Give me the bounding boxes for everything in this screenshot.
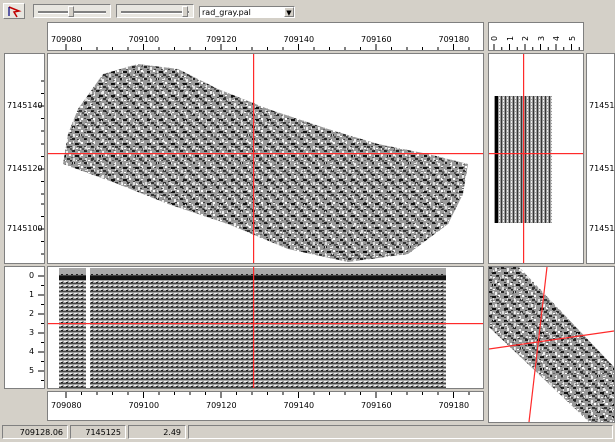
profile-header-band <box>59 268 446 274</box>
cursor-arrow-icon <box>8 6 22 18</box>
axis-tick-label: 7145120 <box>7 164 43 173</box>
cursor-tool-button[interactable] <box>3 3 25 19</box>
top-axis-ticks <box>65 44 470 50</box>
axis-tick-label: 709140 <box>283 401 315 410</box>
axis-tick-label: 2 <box>29 309 35 318</box>
bottom-axis-ticks <box>65 392 470 398</box>
crosshair-horizontal <box>48 153 483 155</box>
profile-image <box>59 274 446 388</box>
crosshair-vertical <box>253 267 255 388</box>
axis-tick-label: 2 <box>521 35 530 41</box>
axis-tick-label: 0 <box>29 271 35 280</box>
axis-tick-label: 7145100 <box>7 224 43 233</box>
top-x-axis: 709080 709100 709120 709140 709160 709180 <box>47 22 484 51</box>
survey-swath-texture <box>63 64 468 262</box>
axis-tick-label: 7145120 <box>589 164 615 173</box>
axis-tick-label: 709180 <box>438 35 470 44</box>
brightness-slider[interactable] <box>116 4 194 18</box>
axis-tick-label: 709120 <box>206 35 237 44</box>
axis-tick-label: 3 <box>29 328 35 337</box>
axis-tick-label: 709120 <box>206 401 237 410</box>
inline-section-image <box>492 96 552 223</box>
zoom-view[interactable] <box>488 266 615 423</box>
surface-reflection <box>495 96 498 223</box>
axis-tick-label: 4 <box>552 35 561 41</box>
toolbar: rad_gray.pal ▼ <box>0 0 615 20</box>
axis-tick-label: 709100 <box>128 401 160 410</box>
zoom-swath-texture <box>489 267 614 422</box>
axis-tick-label: 709100 <box>128 35 160 44</box>
status-bar: 709128.06 7145125 2.49 <box>0 423 615 442</box>
axis-tick-label: 7145100 <box>589 224 615 233</box>
axis-tick-label: 3 <box>536 35 546 41</box>
axis-tick-label: 4 <box>29 347 35 356</box>
data-gap <box>86 268 90 388</box>
zoom-canvas[interactable] <box>489 267 614 422</box>
map-view[interactable] <box>47 53 484 264</box>
axis-tick-label: 5 <box>567 35 577 41</box>
axis-tick-label: 709080 <box>51 35 82 44</box>
slider-track <box>121 11 189 14</box>
crosshair-horizontal <box>489 153 583 155</box>
axis-tick-label: 1 <box>505 35 515 41</box>
bottom-x-axis: 709080 709100 709120 709140 709160 709180 <box>47 391 484 421</box>
axis-tick-label: 709080 <box>51 401 82 410</box>
axis-tick-label: 709140 <box>283 35 315 44</box>
status-depth: 2.49 <box>128 425 186 439</box>
status-message <box>188 425 613 439</box>
right-y-axis: 7145140 7145120 7145100 <box>586 53 615 264</box>
axis-tick-label: 709160 <box>361 35 392 44</box>
contrast-slider[interactable] <box>33 4 111 18</box>
surface-reflection <box>59 276 446 280</box>
status-x-coordinate: 709128.06 <box>2 425 68 439</box>
axis-tick-label: 709180 <box>438 401 470 410</box>
crosshair-vertical <box>523 54 525 263</box>
slider-thumb[interactable] <box>182 6 188 17</box>
axis-tick-label: 1 <box>29 290 35 299</box>
inline-section-canvas[interactable] <box>489 54 583 263</box>
status-y-coordinate: 7145125 <box>70 425 126 439</box>
palette-dropdown[interactable]: rad_gray.pal ▼ <box>199 6 295 18</box>
left-depth-axis-ticks <box>38 275 44 381</box>
left-depth-axis: 0 1 2 3 4 5 <box>4 266 45 389</box>
map-canvas[interactable] <box>48 54 483 263</box>
slider-thumb[interactable] <box>68 6 74 17</box>
axis-tick-label: 5 <box>29 366 35 375</box>
left-y-axis: 7145140 7145120 7145100 <box>4 53 45 264</box>
axis-tick-label: 0 <box>490 35 499 41</box>
axis-tick-label: 7145140 <box>7 101 43 110</box>
axis-tick-label: 7145140 <box>589 101 615 110</box>
profile-section-view[interactable] <box>47 266 484 389</box>
axis-tick-label: 709160 <box>361 401 392 410</box>
crosshair-horizontal <box>48 323 483 325</box>
chevron-down-icon[interactable]: ▼ <box>284 7 294 17</box>
depth-axis-top: 012345 <box>488 22 584 51</box>
crosshair-vertical <box>253 54 255 263</box>
palette-value: rad_gray.pal <box>202 8 251 17</box>
surface-reflection-white <box>492 96 494 223</box>
inline-section-view[interactable] <box>488 53 584 264</box>
profile-canvas[interactable] <box>48 267 483 388</box>
